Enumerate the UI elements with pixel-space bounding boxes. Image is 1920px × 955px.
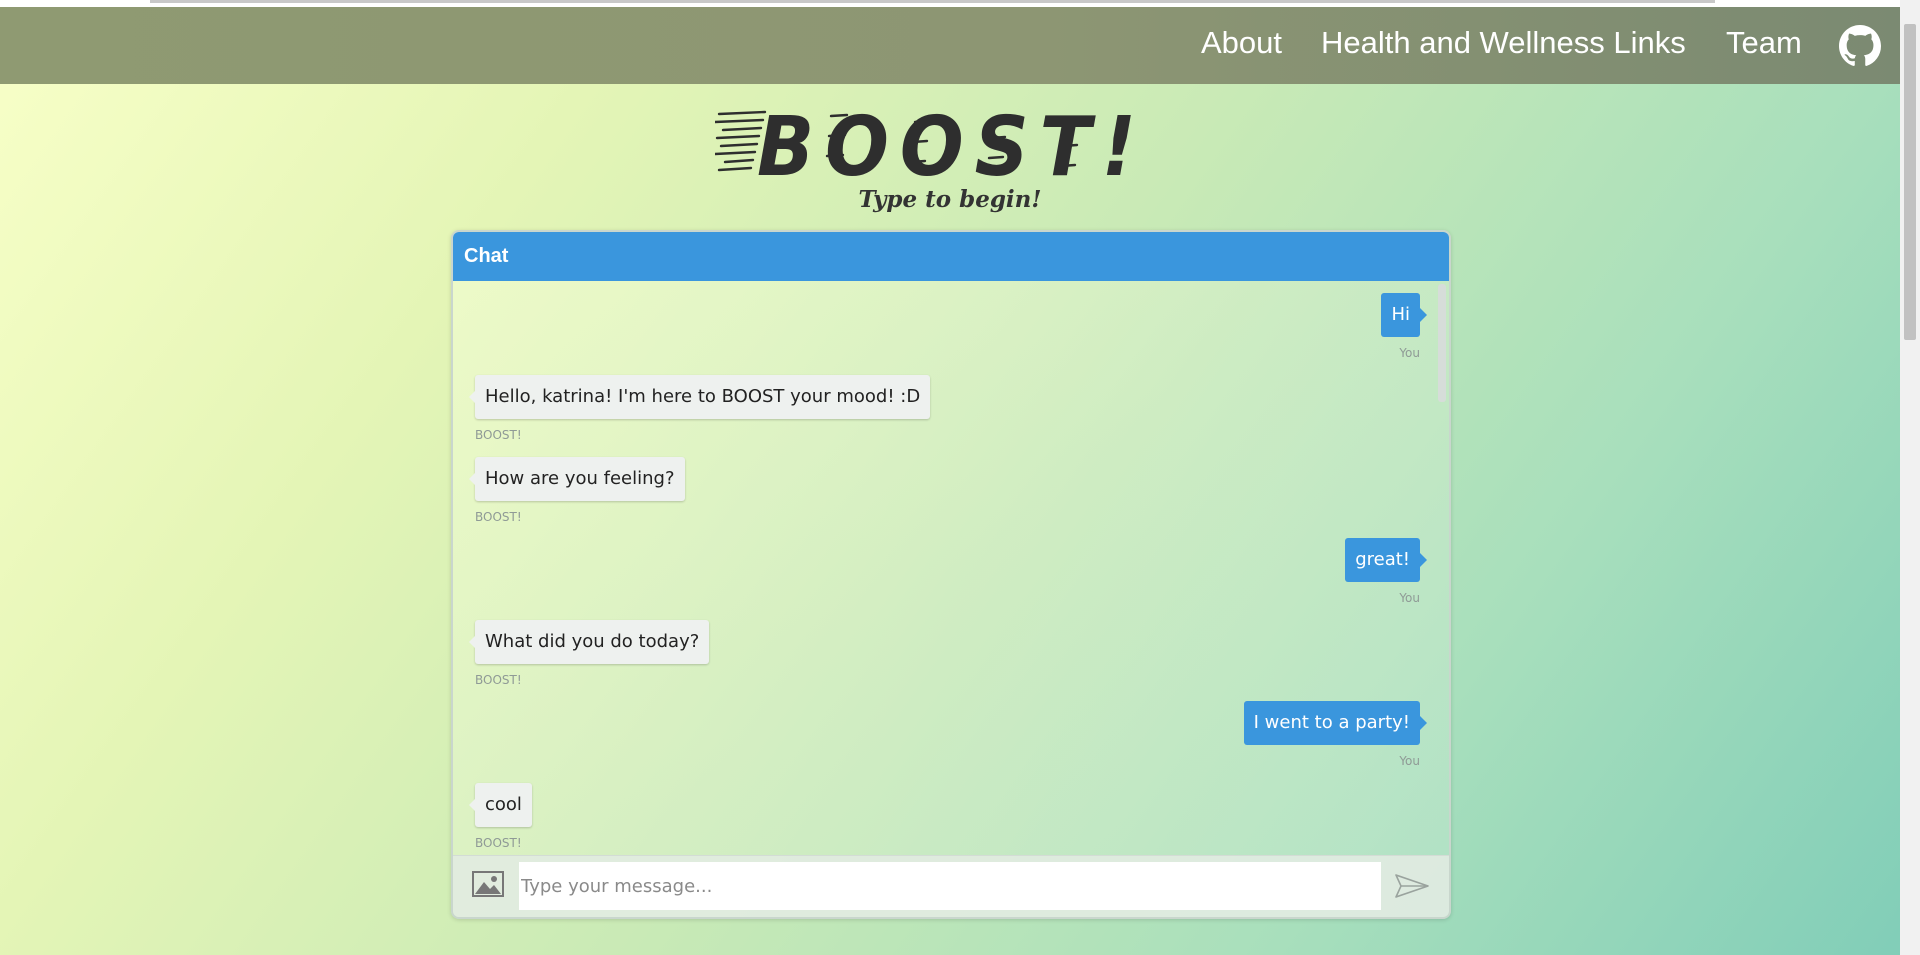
tagline: Type to begin!	[858, 186, 1042, 213]
chat-window: Chat Hi You Hello, katrina! I'm here to …	[451, 230, 1451, 919]
message-bubble: great!	[1345, 538, 1427, 582]
message-bubble: Hello, katrina! I'm here to BOOST your m…	[468, 375, 931, 419]
messages-area[interactable]: Hi You Hello, katrina! I'm here to BOOST…	[453, 281, 1449, 855]
message-bubble: cool	[469, 783, 532, 827]
logo-text: BOOST!	[757, 102, 1147, 182]
message-user: I went to a party! You	[1243, 701, 1428, 768]
page-scrollbar[interactable]	[1900, 0, 1920, 955]
message-bot: Hello, katrina! I'm here to BOOST your m…	[468, 375, 931, 442]
message-sender: You	[1399, 754, 1420, 768]
message-user: Hi You	[1381, 293, 1427, 360]
message-bubble: How are you feeling?	[469, 457, 685, 501]
messages-scrollbar-thumb[interactable]	[1438, 284, 1446, 402]
browser-top-strip	[0, 0, 1900, 7]
message-bubble: What did you do today?	[468, 620, 710, 664]
message-sender: You	[1399, 346, 1420, 360]
message-bubble: Hi	[1381, 293, 1427, 337]
github-icon[interactable]	[1839, 25, 1881, 67]
message-sender: You	[1399, 591, 1420, 605]
message-bot: cool BOOST!	[469, 783, 532, 850]
message-input[interactable]	[519, 862, 1381, 910]
image-icon[interactable]	[472, 871, 504, 897]
nav-link-about[interactable]: About	[1201, 19, 1282, 67]
navbar: About Health and Wellness Links Team	[0, 7, 1900, 84]
message-bubble: I went to a party!	[1243, 701, 1428, 745]
chat-input-bar	[453, 855, 1449, 917]
message-sender: BOOST!	[475, 428, 522, 442]
nav-link-health-wellness[interactable]: Health and Wellness Links	[1321, 19, 1686, 67]
message-sender: BOOST!	[475, 836, 522, 850]
send-icon[interactable]	[1394, 872, 1430, 900]
message-user: great! You	[1345, 538, 1427, 605]
chat-header: Chat	[453, 232, 1449, 281]
nav-link-team[interactable]: Team	[1726, 19, 1802, 67]
page-scrollbar-thumb[interactable]	[1904, 24, 1916, 340]
message-sender: BOOST!	[475, 510, 522, 524]
message-sender: BOOST!	[475, 673, 522, 687]
top-strip-line	[150, 0, 1715, 3]
messages-scrollbar[interactable]	[1438, 284, 1446, 855]
boost-logo: BOOST!	[715, 102, 1147, 182]
message-bot: How are you feeling? BOOST!	[469, 457, 685, 524]
message-bot: What did you do today? BOOST!	[468, 620, 710, 687]
